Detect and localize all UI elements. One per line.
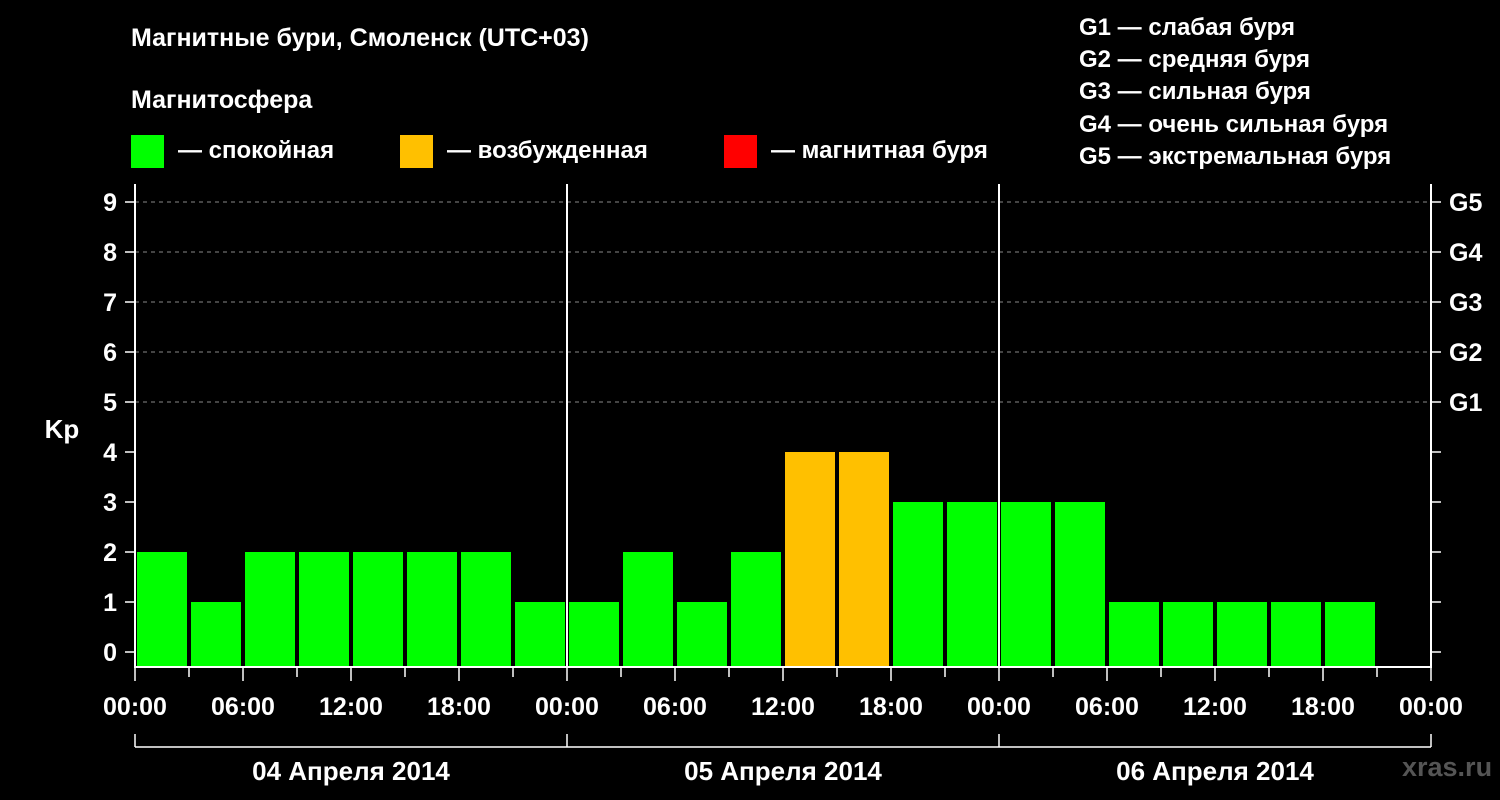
kp-bar <box>461 552 511 667</box>
kp-bar <box>731 552 781 667</box>
y-tick-label: 5 <box>103 389 117 417</box>
x-tick-label: 18:00 <box>1291 693 1355 721</box>
y-tick-label: 1 <box>103 589 117 617</box>
x-tick-label: 00:00 <box>103 693 167 721</box>
x-tick-label: 12:00 <box>319 693 383 721</box>
day-label: 04 Апреля 2014 <box>252 756 450 786</box>
x-tick-label: 06:00 <box>643 693 707 721</box>
kp-bar <box>515 602 565 667</box>
x-tick-label: 06:00 <box>1075 693 1139 721</box>
g-level-label: G4 <box>1449 239 1482 267</box>
x-tick-label: 00:00 <box>1399 693 1463 721</box>
g-level-label: G2 <box>1449 339 1482 367</box>
kp-bar <box>1271 602 1321 667</box>
kp-bar <box>677 602 727 667</box>
kp-bar <box>1055 502 1105 667</box>
kp-bar <box>1109 602 1159 667</box>
x-tick-label: 06:00 <box>211 693 275 721</box>
kp-bar <box>137 552 187 667</box>
kp-bar <box>623 552 673 667</box>
kp-bar <box>191 602 241 667</box>
y-tick-label: 8 <box>103 239 117 267</box>
y-tick-label: 0 <box>103 639 117 667</box>
kp-bar <box>1217 602 1267 667</box>
kp-bar <box>407 552 457 667</box>
x-tick-label: 00:00 <box>535 693 599 721</box>
g-level-label: G5 <box>1449 189 1482 217</box>
y-tick-label: 4 <box>103 439 117 467</box>
y-tick-label: 2 <box>103 539 117 567</box>
y-tick-label: 7 <box>103 289 117 317</box>
x-tick-label: 18:00 <box>859 693 923 721</box>
kp-bar-chart: 0 1 2 3 4 5 6 7 8 9 G1 G2 G3 G4 G5 Kp 00:00 06:00 12:00 18:… <box>45 184 1482 786</box>
y-tick-label: 6 <box>103 339 117 367</box>
kp-bar <box>1001 502 1051 667</box>
g-level-label: G3 <box>1449 289 1482 317</box>
x-tick-label: 18:00 <box>427 693 491 721</box>
kp-bar <box>245 552 295 667</box>
kp-bar <box>785 452 835 667</box>
kp-bar <box>893 502 943 667</box>
g-level-label: G1 <box>1449 389 1482 417</box>
kp-bar <box>839 452 889 667</box>
y-tick-label: 3 <box>103 489 117 517</box>
kp-bar <box>353 552 403 667</box>
x-tick-label: 12:00 <box>751 693 815 721</box>
y-tick-label: 9 <box>103 189 117 217</box>
kp-bar <box>1325 602 1375 667</box>
kp-bar <box>569 602 619 667</box>
watermark: xras.ru <box>1402 752 1493 782</box>
x-tick-label: 00:00 <box>967 693 1031 721</box>
day-label: 05 Апреля 2014 <box>684 756 882 786</box>
kp-bar <box>947 502 997 667</box>
day-label: 06 Апреля 2014 <box>1116 756 1314 786</box>
kp-bar <box>1163 602 1213 667</box>
kp-bar <box>299 552 349 667</box>
x-tick-label: 12:00 <box>1183 693 1247 721</box>
y-axis-title: Kp <box>45 414 80 444</box>
